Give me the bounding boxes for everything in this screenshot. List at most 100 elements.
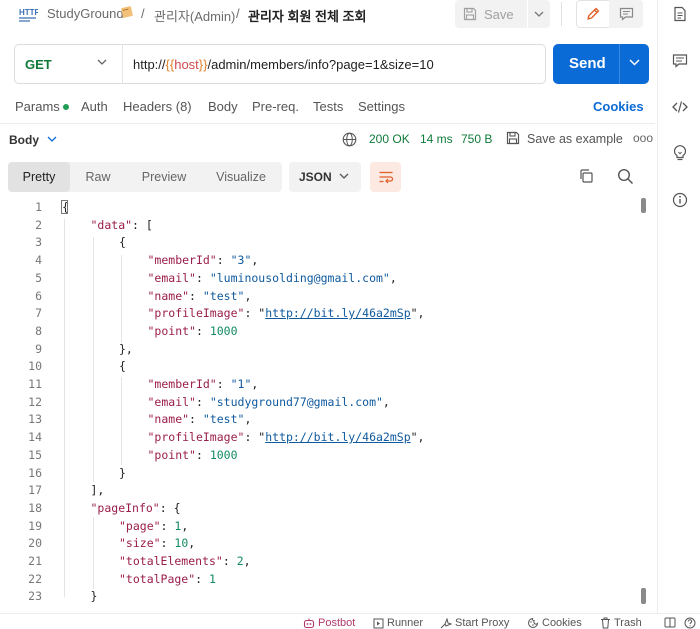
runner-label: Runner — [387, 617, 424, 629]
json-punctuation: : — [195, 270, 210, 285]
json-punctuation: : — [195, 571, 210, 586]
save-dropdown-button[interactable] — [528, 0, 550, 28]
json-punctuation: } — [90, 589, 98, 604]
json-punctuation: : — [189, 412, 203, 427]
url-variable-host[interactable]: host — [174, 57, 199, 72]
line-number: 17 — [28, 483, 42, 498]
scrollbar-thumb[interactable] — [641, 588, 646, 604]
response-body-editor[interactable]: 1 {2 "data": [3 {4 "memberId": "3", 5 "email":… — [0, 197, 655, 607]
wrap-lines-icon — [378, 170, 394, 184]
edit-button[interactable] — [576, 0, 610, 28]
layout-icon — [664, 617, 676, 628]
tab-auth[interactable]: Auth — [81, 99, 108, 114]
json-punctuation: : — [195, 323, 210, 338]
lightbulb-icon[interactable] — [672, 145, 688, 161]
line-number: 15 — [28, 447, 42, 462]
comment-icon[interactable] — [672, 53, 688, 69]
url-input[interactable]: http://{{host}}/admin/members/info?page=… — [133, 57, 434, 72]
code-line: "page": 1, — [119, 519, 188, 533]
code-line: "memberId": "3", — [148, 253, 259, 267]
trash-button[interactable]: Trash — [600, 617, 642, 629]
json-number: 10 — [174, 536, 189, 551]
json-punctuation: ", — [410, 306, 425, 321]
search-button[interactable] — [617, 168, 634, 185]
json-key: "totalPage" — [119, 571, 196, 586]
json-punctuation: , — [188, 536, 196, 551]
cookie-icon — [527, 617, 539, 629]
globe-icon[interactable] — [342, 132, 357, 147]
cookies-link[interactable]: Cookies — [593, 99, 644, 114]
format-select[interactable]: JSON — [289, 162, 361, 192]
start-proxy-button[interactable]: Start Proxy — [440, 617, 509, 629]
json-link[interactable]: http://bit.ly/46a2mSp — [265, 430, 410, 444]
info-icon[interactable] — [672, 192, 688, 208]
line-number: 20 — [28, 536, 42, 551]
breadcrumb-folder[interactable]: 관리자(Admin) — [154, 6, 235, 25]
tab-tests[interactable]: Tests — [313, 99, 343, 114]
response-body-select[interactable]: Body — [9, 133, 39, 147]
breadcrumb-workspace[interactable]: StudyGround — [47, 6, 124, 21]
send-button[interactable]: Send — [553, 44, 649, 84]
copy-button[interactable] — [578, 168, 594, 184]
code-line: "totalPage": 1 — [119, 572, 216, 586]
copy-icon — [578, 168, 594, 184]
status-badge[interactable]: 200 OK — [369, 132, 410, 146]
json-key: "point" — [147, 447, 196, 462]
comments-button[interactable] — [609, 0, 643, 28]
layout-toggle-button[interactable] — [664, 617, 676, 628]
code-line: "point": 1000 — [148, 324, 238, 338]
chevron-down-icon[interactable] — [629, 59, 640, 66]
json-key: "page" — [119, 518, 161, 533]
json-string: "3" — [230, 253, 252, 268]
breadcrumb-request[interactable]: 관리자 회원 전체 조회 — [248, 6, 366, 25]
tab-visualize[interactable]: Visualize — [206, 162, 276, 192]
help-button[interactable] — [684, 617, 696, 629]
code-icon[interactable] — [672, 99, 688, 115]
line-number: 6 — [35, 288, 42, 303]
wrap-lines-button[interactable] — [370, 162, 401, 192]
chevron-down-icon[interactable] — [97, 59, 107, 65]
tab-settings[interactable]: Settings — [358, 99, 405, 114]
save-disk-icon[interactable] — [506, 131, 520, 145]
chevron-down-icon[interactable] — [47, 136, 57, 142]
line-number: 9 — [35, 341, 42, 356]
json-string: "luminousolding@gmail.com" — [209, 270, 390, 285]
json-link[interactable]: http://bit.ly/46a2mSp — [265, 306, 410, 320]
cookies-footer-button[interactable]: Cookies — [527, 617, 582, 629]
save-label: Save — [484, 6, 514, 22]
help-icon — [684, 617, 696, 629]
section-divider — [0, 123, 655, 124]
save-as-example-button[interactable]: Save as example — [527, 132, 623, 146]
json-punctuation: : — [195, 394, 210, 409]
response-time[interactable]: 14 ms — [420, 132, 453, 146]
tab-prereq[interactable]: Pre-req. — [252, 99, 299, 114]
line-number: 14 — [28, 430, 42, 445]
line-number: 11 — [28, 377, 42, 391]
json-punctuation: , — [251, 377, 259, 391]
json-punctuation: : — [189, 288, 203, 303]
response-size[interactable]: 750 B — [461, 132, 492, 146]
json-key: "pageInfo" — [90, 500, 160, 515]
postbot-button[interactable]: Postbot — [303, 617, 355, 629]
tab-body[interactable]: Body — [208, 99, 238, 114]
status-bar: Postbot Runner Start Proxy Cookies Trash — [0, 613, 700, 629]
request-url-bar: GET http://{{host}}/admin/members/info?p… — [14, 44, 546, 84]
postbot-icon — [303, 618, 315, 629]
json-string: "test" — [202, 412, 245, 427]
line-number: 4 — [35, 253, 42, 268]
tab-raw[interactable]: Raw — [74, 162, 122, 192]
more-options-button[interactable]: ooo — [633, 131, 653, 145]
method-select[interactable]: GET — [25, 57, 52, 72]
json-string: "1" — [230, 377, 252, 391]
runner-button[interactable]: Runner — [373, 617, 423, 629]
json-key: "totalElements" — [119, 554, 223, 568]
tab-headers[interactable]: Headers (8) — [123, 99, 192, 114]
scrollbar-thumb[interactable] — [641, 198, 646, 213]
url-brace-open: {{ — [165, 57, 175, 72]
documentation-icon[interactable] — [672, 6, 688, 22]
line-number: 21 — [28, 554, 42, 568]
tab-pretty[interactable]: Pretty — [8, 162, 70, 192]
tab-params[interactable]: Params — [15, 99, 69, 114]
tab-preview[interactable]: Preview — [130, 162, 198, 192]
save-button[interactable]: Save — [455, 0, 527, 28]
